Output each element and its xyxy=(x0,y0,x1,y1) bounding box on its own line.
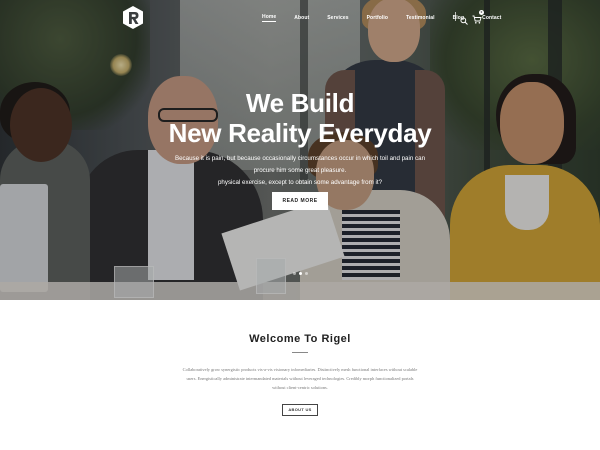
nav-item-contact[interactable]: Contact xyxy=(482,15,501,21)
read-more-button[interactable]: READ MORE xyxy=(272,192,328,210)
welcome-body: Collaboratively grow synergistic product… xyxy=(182,367,418,390)
slider-dot[interactable] xyxy=(293,272,296,275)
logo-r-icon[interactable] xyxy=(121,5,145,30)
hero-overlay xyxy=(0,0,600,300)
welcome-divider xyxy=(292,352,308,353)
cart-count-badge: 0 xyxy=(479,10,484,15)
hero-subtitle-line: Because it is pain, but because occasion… xyxy=(174,155,426,174)
nav-item-about[interactable]: About xyxy=(294,15,309,21)
slider-dot-active[interactable] xyxy=(299,272,302,275)
nav-item-portfolio[interactable]: Portfolio xyxy=(367,15,388,21)
about-us-button[interactable]: ABOUT US xyxy=(282,404,318,416)
slider-dot[interactable] xyxy=(305,272,308,275)
nav-item-home[interactable]: Home xyxy=(262,14,277,22)
hero-subtitle-line: physical exercise, except to obtain some… xyxy=(217,179,383,186)
slider-dots xyxy=(293,272,311,275)
hero-title: We Build New Reality Everyday xyxy=(150,88,450,148)
nav-item-testimonial[interactable]: Testimonial xyxy=(406,15,435,21)
nav-divider xyxy=(455,12,456,21)
hero-title-line: We Build xyxy=(245,88,355,118)
welcome-title: Welcome To Rigel xyxy=(249,333,351,345)
search-icon[interactable] xyxy=(460,12,468,25)
hero-title-line: New Reality Everyday xyxy=(168,118,432,148)
nav-item-services[interactable]: Services xyxy=(327,15,348,21)
hero-subtitle: Because it is pain, but because occasion… xyxy=(166,153,434,189)
hero-banner: Home About Services Portfolio Testimonia… xyxy=(0,0,600,300)
